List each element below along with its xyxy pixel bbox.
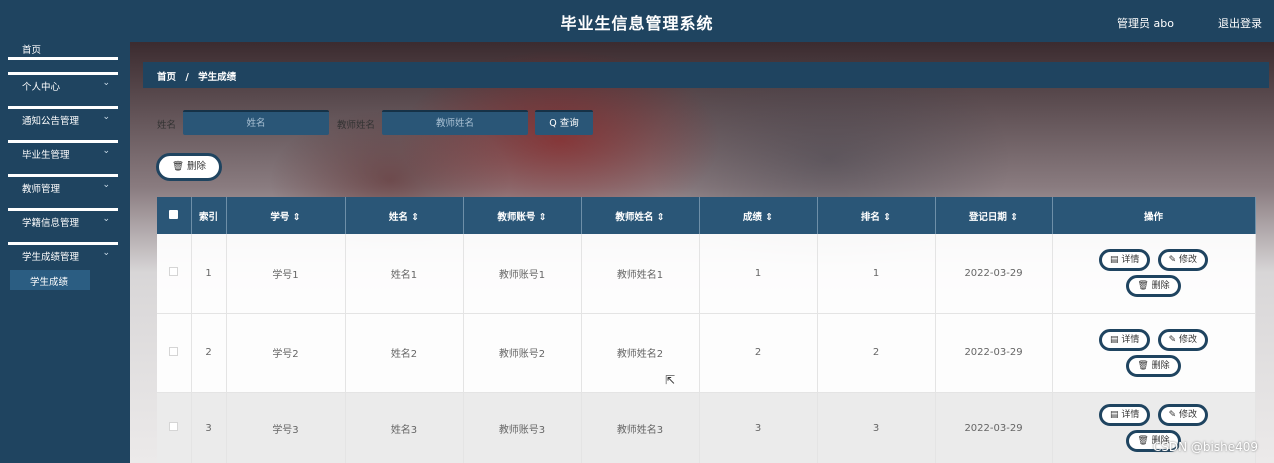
cell-teacher-name: 教师姓名1: [581, 234, 700, 314]
header-index: 索引: [191, 197, 227, 234]
header-teacher-account[interactable]: 教师账号 ⇕: [463, 197, 582, 234]
top-bar: 毕业生信息管理系统 管理员 abo 退出登录: [0, 0, 1274, 42]
sidebar-item-enrollment[interactable]: 学籍信息管理 ⌄: [8, 208, 118, 230]
chevron-down-icon: ⌄: [102, 180, 110, 190]
cell-index: 3: [191, 392, 227, 463]
sidebar-item-label: 学生成绩管理: [22, 252, 80, 263]
cell-name: 姓名1: [345, 234, 464, 314]
cell-teacher-name: 教师姓名2: [581, 313, 700, 393]
delete-button[interactable]: 🗑 删除: [1126, 354, 1181, 377]
cell-date: 2022-03-29: [935, 234, 1053, 314]
header-score[interactable]: 成绩 ⇕: [699, 197, 818, 234]
cell-actions: ▤ 详情 ✎ 修改 🗑 删除: [1052, 313, 1256, 393]
cell-name: 姓名3: [345, 392, 464, 463]
app-title: 毕业生信息管理系统: [560, 14, 714, 33]
sidebar-item-label: 学籍信息管理: [22, 218, 80, 229]
chevron-down-icon: ⌄: [102, 146, 110, 156]
chevron-down-icon: ⌄: [102, 248, 110, 258]
detail-button[interactable]: ▤ 详情: [1099, 328, 1151, 351]
cell-teacher-account: 教师账号2: [463, 313, 582, 393]
header-teacher-name[interactable]: 教师姓名 ⇕: [581, 197, 700, 234]
table-row: 2 学号2 姓名2 教师账号2 教师姓名2 2 2 2022-03-29 ▤ 详…: [157, 313, 1256, 393]
cell-rank: 3: [817, 392, 936, 463]
chevron-down-icon: ⌄: [102, 214, 110, 224]
delete-button-label: 删除: [187, 161, 207, 172]
delete-button[interactable]: 🗑 删除: [1126, 275, 1181, 298]
row-checkbox[interactable]: [169, 267, 179, 277]
table-header-row: 索引 学号 ⇕ 姓名 ⇕ 教师账号 ⇕ 教师姓名 ⇕ 成绩 ⇕ 排名 ⇕ 登记日…: [157, 197, 1256, 234]
select-all-checkbox[interactable]: [169, 209, 179, 219]
cell-index: 1: [191, 234, 227, 314]
teacher-name-label: 教师姓名: [337, 120, 376, 131]
cell-teacher-account: 教师账号1: [463, 234, 582, 314]
query-button-label: 查询: [559, 118, 579, 129]
cell-teacher-account: 教师账号3: [463, 392, 582, 463]
sidebar-item-scores[interactable]: 学生成绩管理 ⌄: [8, 242, 118, 264]
breadcrumb-separator: /: [185, 72, 189, 83]
sidebar-item-label: 个人中心: [22, 82, 61, 93]
cell-rank: 1: [817, 234, 936, 314]
table-row: 3 学号3 姓名3 教师账号3 教师姓名3 3 3 2022-03-29 ▤ 详…: [157, 392, 1256, 463]
cell-score: 2: [699, 313, 818, 393]
logout-link[interactable]: 退出登录: [1218, 15, 1262, 31]
breadcrumb-home[interactable]: 首页: [157, 72, 176, 83]
row-select-cell[interactable]: [157, 234, 192, 314]
cell-rank: 2: [817, 313, 936, 393]
cell-student-no: 学号3: [226, 392, 346, 463]
sidebar-item-notices[interactable]: 通知公告管理 ⌄: [8, 106, 118, 128]
edit-button[interactable]: ✎ 修改: [1157, 249, 1208, 272]
cell-actions: ▤ 详情 ✎ 修改 🗑 删除: [1052, 234, 1256, 314]
sidebar-item-label: 毕业生管理: [22, 150, 70, 161]
sidebar-item-label: 通知公告管理: [22, 116, 80, 127]
search-icon: Q: [549, 118, 557, 129]
chevron-down-icon: ⌄: [102, 112, 110, 122]
detail-button[interactable]: ▤ 详情: [1099, 404, 1151, 426]
header-rank[interactable]: 排名 ⇕: [817, 197, 936, 234]
cell-index: 2: [191, 313, 227, 393]
edit-button[interactable]: ✎ 修改: [1157, 404, 1208, 426]
scores-table: 索引 学号 ⇕ 姓名 ⇕ 教师账号 ⇕ 教师姓名 ⇕ 成绩 ⇕ 排名 ⇕ 登记日…: [157, 197, 1256, 463]
header-actions: 操作: [1052, 197, 1256, 234]
cell-score: 3: [699, 392, 818, 463]
detail-button[interactable]: ▤ 详情: [1099, 249, 1151, 272]
sidebar-item-graduates[interactable]: 毕业生管理 ⌄: [8, 140, 118, 162]
cell-score: 1: [699, 234, 818, 314]
mouse-cursor-icon: ⇱: [665, 373, 676, 387]
name-input[interactable]: 姓名: [183, 110, 329, 135]
sidebar-subitem-student-scores[interactable]: 学生成绩: [10, 270, 90, 290]
cell-teacher-name: 教师姓名3: [581, 392, 700, 463]
breadcrumb: 首页 / 学生成绩: [143, 62, 1269, 88]
sidebar-item-teachers[interactable]: 教师管理 ⌄: [8, 174, 118, 196]
row-checkbox[interactable]: [169, 422, 179, 431]
breadcrumb-current: 学生成绩: [198, 72, 237, 83]
header-name[interactable]: 姓名 ⇕: [345, 197, 464, 234]
user-label: 管理员 abo: [1117, 17, 1174, 30]
chevron-down-icon: ⌄: [102, 78, 110, 88]
sidebar-item-label: 首页: [22, 45, 42, 56]
teacher-name-input[interactable]: 教师姓名: [382, 110, 528, 135]
query-button[interactable]: Q 查询: [535, 110, 593, 135]
cell-name: 姓名2: [345, 313, 464, 393]
table-row: 1 学号1 姓名1 教师账号1 教师姓名1 1 1 2022-03-29 ▤ 详…: [157, 234, 1256, 314]
cell-student-no: 学号1: [226, 234, 346, 314]
header-student-no[interactable]: 学号 ⇕: [226, 197, 346, 234]
cell-date: 2022-03-29: [935, 313, 1053, 393]
edit-button[interactable]: ✎ 修改: [1157, 328, 1208, 351]
sidebar: 首页 个人中心 ⌄ 通知公告管理 ⌄ 毕业生管理 ⌄ 教师管理 ⌄ 学籍信息管理…: [0, 40, 130, 463]
row-select-cell[interactable]: [157, 313, 192, 393]
cell-date: 2022-03-29: [935, 392, 1053, 463]
row-checkbox[interactable]: [169, 346, 179, 356]
watermark: CSDN @bishe409: [1152, 440, 1258, 454]
sidebar-item-home[interactable]: 首页: [8, 40, 118, 60]
name-label: 姓名: [157, 120, 177, 131]
header-date[interactable]: 登记日期 ⇕: [935, 197, 1053, 234]
cell-student-no: 学号2: [226, 313, 346, 393]
trash-icon: 🗑: [171, 161, 184, 172]
row-select-cell[interactable]: [157, 392, 192, 463]
bulk-delete-button[interactable]: 🗑 删除: [156, 153, 222, 181]
sidebar-item-label: 教师管理: [22, 184, 61, 195]
select-all-header[interactable]: [157, 197, 192, 234]
sidebar-item-profile[interactable]: 个人中心 ⌄: [8, 72, 118, 94]
